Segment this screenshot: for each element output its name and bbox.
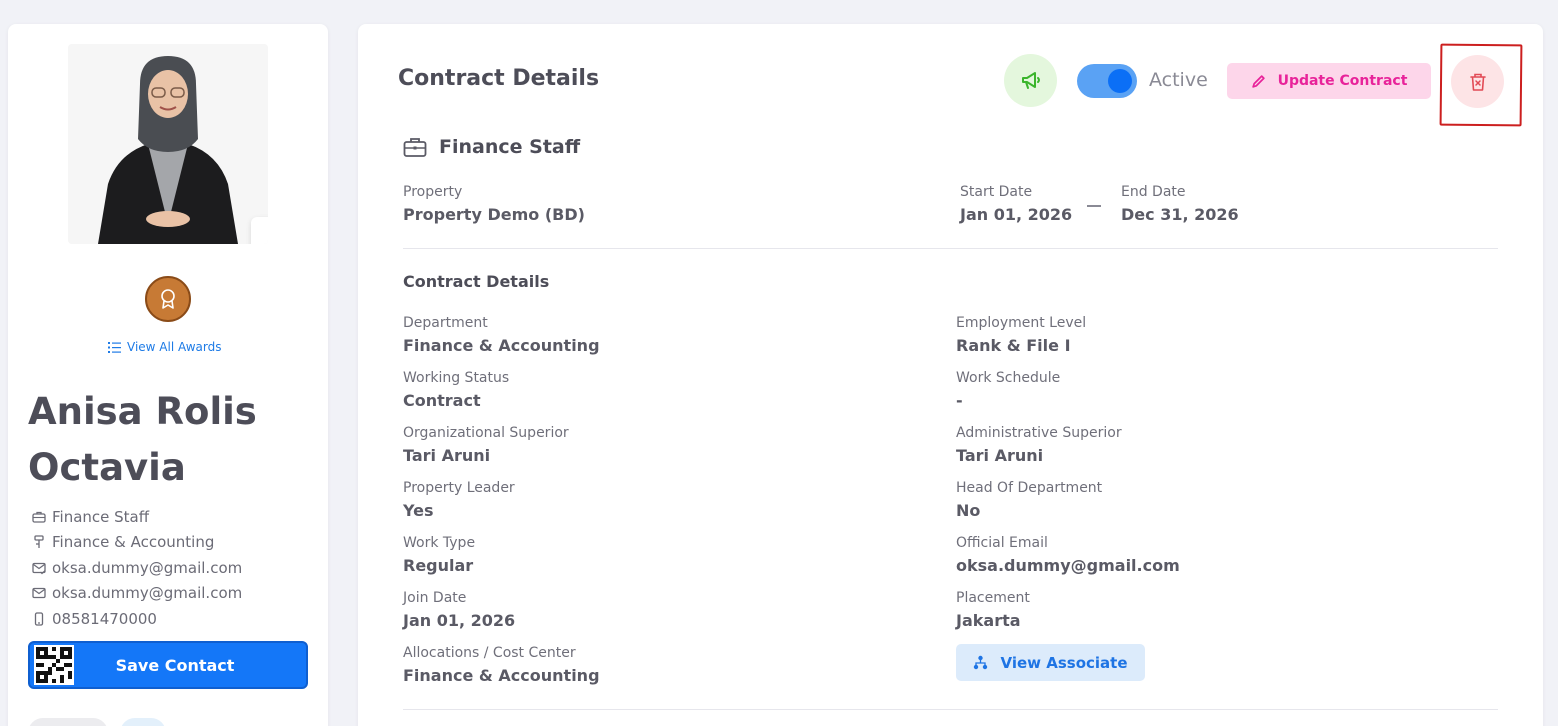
megaphone-icon	[1021, 71, 1040, 89]
field-label: Administrative Superior	[956, 425, 1122, 441]
section-divider	[403, 248, 1498, 249]
position-heading: Finance Staff	[403, 136, 580, 158]
info-phone: 08581470000	[32, 606, 242, 632]
field-value: Contract	[403, 391, 481, 410]
status-label: Active	[1149, 69, 1208, 91]
field-value: Regular	[403, 556, 474, 575]
profile-info-list: Finance Staff Finance & Accounting oksa.…	[32, 504, 242, 632]
field-value: Jakarta	[956, 611, 1021, 630]
property-label: Property	[403, 184, 463, 200]
award-badge[interactable]	[145, 276, 191, 322]
field-value: Finance & Accounting	[403, 666, 600, 685]
save-contact-button[interactable]: Save Contact	[28, 641, 308, 689]
end-date-label: End Date	[1121, 184, 1186, 200]
mail-icon	[32, 588, 46, 599]
announce-button[interactable]	[1004, 54, 1057, 107]
section-divider	[403, 709, 1498, 710]
department-icon	[34, 535, 44, 549]
field-label: Department	[403, 315, 488, 331]
info-email-verified-text: oksa.dummy@gmail.com	[52, 558, 243, 577]
action-chip-blue[interactable]	[120, 718, 166, 726]
employee-name: Anisa Rolis Octavia	[28, 390, 257, 489]
info-email-verified: oksa.dummy@gmail.com	[32, 555, 242, 581]
info-phone-text: 08581470000	[52, 609, 157, 628]
field-label: Join Date	[403, 590, 467, 606]
field-label: Work Type	[403, 535, 476, 551]
edit-photo-button[interactable]	[251, 217, 268, 244]
profile-photo	[68, 44, 268, 244]
field-value: Jan 01, 2026	[403, 611, 516, 630]
field-value: Tari Aruni	[956, 446, 1044, 465]
info-department: Finance & Accounting	[32, 530, 242, 556]
end-date-value: Dec 31, 2026	[1121, 205, 1239, 224]
person-avatar-image	[68, 44, 268, 244]
property-value: Property Demo (BD)	[403, 205, 585, 224]
active-status-toggle[interactable]	[1077, 64, 1137, 98]
pencil-icon	[1251, 74, 1265, 88]
field-label: Allocations / Cost Center	[403, 645, 576, 661]
qr-code-icon	[34, 645, 74, 685]
field-value: Rank & File I	[956, 336, 1071, 355]
field-value: Finance & Accounting	[403, 336, 600, 355]
briefcase-icon	[403, 138, 427, 157]
contract-details-heading: Contract Details	[403, 272, 550, 291]
page-title: Contract Details	[398, 66, 600, 91]
view-associate-label: View Associate	[1000, 653, 1128, 672]
info-email-text: oksa.dummy@gmail.com	[52, 584, 243, 603]
toggle-knob	[1108, 69, 1132, 93]
highlight-annotation	[1439, 43, 1523, 127]
briefcase-icon	[32, 511, 46, 523]
info-department-text: Finance & Accounting	[52, 533, 215, 552]
action-chip-secondary[interactable]	[28, 718, 108, 726]
contract-card: Contract Details Active Update Contract	[358, 24, 1543, 726]
info-position: Finance Staff	[32, 504, 242, 530]
save-contact-label: Save Contact	[115, 655, 235, 675]
field-label: Employment Level	[956, 315, 1087, 331]
start-date-label: Start Date	[960, 184, 1033, 200]
field-value: Yes	[403, 501, 434, 520]
field-value: No	[956, 501, 981, 520]
list-icon	[108, 341, 121, 353]
field-label: Work Schedule	[956, 370, 1061, 386]
position-title: Finance Staff	[439, 136, 581, 158]
field-value: oksa.dummy@gmail.com	[956, 556, 1180, 575]
field-value: -	[956, 391, 963, 410]
mail-check-icon	[32, 562, 46, 575]
field-label: Placement	[956, 590, 1030, 606]
field-label: Property Leader	[403, 480, 515, 496]
phone-icon	[34, 612, 44, 626]
update-contract-button[interactable]: Update Contract	[1227, 63, 1431, 99]
medal-icon	[161, 289, 175, 309]
view-all-awards-label: View All Awards	[127, 340, 222, 354]
profile-card: View All Awards Anisa Rolis Octavia Fina…	[8, 24, 328, 726]
field-label: Working Status	[403, 370, 510, 386]
update-contract-label: Update Contract	[1277, 73, 1408, 89]
date-range-separator	[1087, 205, 1101, 207]
view-associate-button[interactable]: View Associate	[956, 644, 1145, 681]
field-label: Head Of Department	[956, 480, 1103, 496]
field-label: Organizational Superior	[403, 425, 569, 441]
field-value: Tari Aruni	[403, 446, 491, 465]
view-all-awards-link[interactable]: View All Awards	[108, 340, 221, 354]
info-position-text: Finance Staff	[52, 507, 150, 526]
start-date-value: Jan 01, 2026	[960, 205, 1073, 224]
hierarchy-icon	[974, 655, 988, 670]
field-label: Official Email	[956, 535, 1048, 551]
info-email: oksa.dummy@gmail.com	[32, 581, 242, 607]
